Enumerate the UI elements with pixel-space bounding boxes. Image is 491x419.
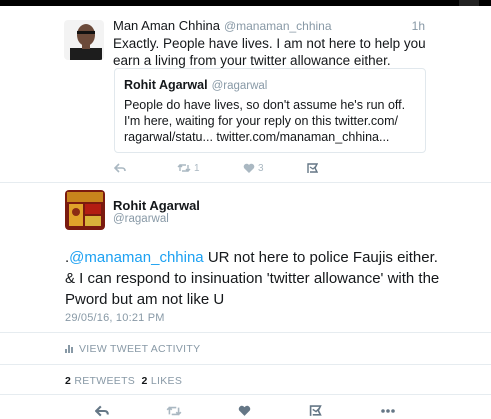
likes-count: 2 bbox=[141, 375, 148, 387]
handle[interactable]: @ragarwal bbox=[113, 213, 169, 225]
likes-stat[interactable]: 2 LIKES bbox=[142, 375, 183, 387]
direct-message-button[interactable] bbox=[307, 160, 318, 176]
activity-label: VIEW TWEET ACTIVITY bbox=[79, 343, 201, 355]
retweet-button[interactable]: 1 bbox=[177, 160, 200, 176]
quoted-text: People do have lives, so don't assume he… bbox=[124, 98, 406, 144]
retweets-count: 2 bbox=[65, 375, 72, 387]
tweet-text: .@manaman_chhina UR not here to police F… bbox=[65, 247, 445, 310]
retweet-icon bbox=[166, 406, 182, 416]
mention-link[interactable]: @manaman_chhina bbox=[69, 249, 203, 266]
like-button[interactable]: 3 bbox=[243, 160, 264, 176]
display-name[interactable]: Man Aman Chhina bbox=[113, 18, 220, 33]
more-icon bbox=[381, 409, 395, 413]
tweet-time[interactable]: 1h bbox=[412, 19, 425, 33]
divider bbox=[0, 364, 491, 365]
quoted-handle: @ragarwal bbox=[211, 80, 268, 92]
retweet-button[interactable] bbox=[166, 403, 182, 419]
display-name[interactable]: Rohit Agarwal bbox=[113, 198, 200, 213]
direct-message-button[interactable] bbox=[309, 403, 322, 419]
like-icon bbox=[243, 163, 255, 173]
quoted-author: Rohit Agarwal @ragarwal bbox=[124, 78, 267, 92]
divider bbox=[0, 182, 491, 183]
retweets-label: RETWEETS bbox=[74, 375, 136, 387]
view-tweet-activity-link[interactable]: VIEW TWEET ACTIVITY bbox=[65, 343, 200, 355]
retweet-icon bbox=[177, 164, 191, 172]
analytics-icon bbox=[65, 345, 74, 353]
engagement-stats: 2 RETWEETS 2 LIKES bbox=[65, 375, 182, 387]
tweet-actions: 1 3 bbox=[113, 160, 433, 176]
direct-message-icon bbox=[309, 405, 322, 416]
author-name: Man Aman Chhina @manaman_chhina bbox=[113, 18, 332, 33]
direct-message-icon bbox=[307, 162, 318, 173]
retweet-count: 1 bbox=[194, 162, 200, 174]
retweets-stat[interactable]: 2 RETWEETS bbox=[65, 375, 135, 387]
tweet-text: Exactly. People have lives. I am not her… bbox=[113, 36, 426, 68]
quoted-tweet[interactable]: Rohit Agarwal @ragarwal People do have li… bbox=[114, 68, 426, 153]
reply-icon bbox=[95, 405, 109, 417]
divider bbox=[0, 394, 491, 395]
like-count: 3 bbox=[258, 162, 264, 174]
more-button[interactable] bbox=[380, 403, 396, 419]
reply-button[interactable] bbox=[114, 160, 126, 176]
status-bar-indicator bbox=[459, 0, 479, 6]
handle[interactable]: @manaman_chhina bbox=[224, 19, 332, 33]
avatar[interactable] bbox=[64, 20, 104, 60]
status-bar bbox=[0, 0, 491, 6]
tweet-timestamp: 29/05/16, 10:21 PM bbox=[65, 312, 165, 324]
avatar[interactable] bbox=[65, 190, 105, 230]
likes-label: LIKES bbox=[150, 375, 183, 387]
reply-icon bbox=[114, 163, 126, 173]
tweet-actions bbox=[0, 400, 491, 419]
like-icon bbox=[238, 405, 251, 416]
like-button[interactable] bbox=[238, 403, 251, 419]
reply-button[interactable] bbox=[95, 403, 109, 419]
quoted-display-name: Rohit Agarwal bbox=[124, 78, 208, 92]
divider bbox=[0, 332, 491, 333]
